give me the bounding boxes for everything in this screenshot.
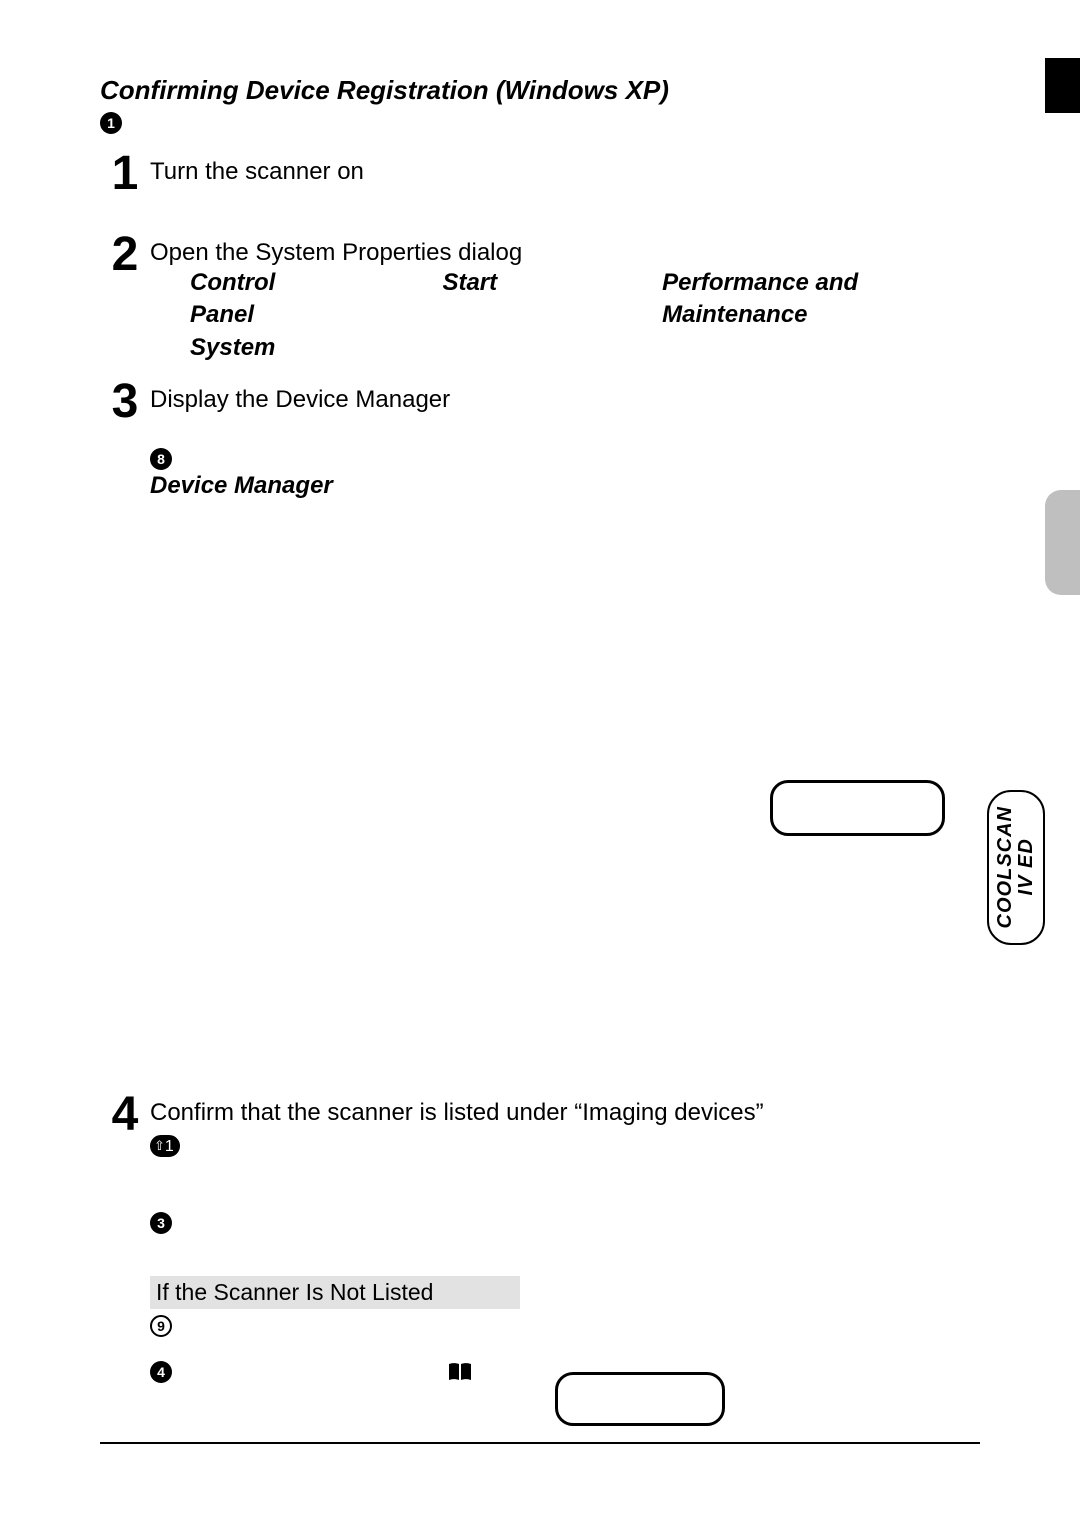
step-text: Control Panel Start Performance and Main…	[150, 267, 980, 332]
pill-badge-icon: ⇧1	[150, 1135, 180, 1157]
system-label: System	[190, 334, 275, 361]
circled-4-icon: 4	[150, 1361, 172, 1383]
step-number: 3	[100, 382, 150, 423]
step-heading: Open the System Properties dialog	[150, 239, 980, 267]
device-manager-label: Device Manager	[150, 472, 980, 500]
sub-bullet-9: 9	[150, 1315, 980, 1337]
circled-3-icon: 3	[150, 1212, 172, 1234]
step-heading: Turn the scanner on	[150, 158, 980, 186]
step-number: 2	[100, 235, 150, 276]
callout-box-mid	[555, 1372, 725, 1426]
step-heading: Display the Device Manager	[150, 386, 980, 414]
page-tab-grey	[1045, 490, 1080, 595]
page-tab-black	[1045, 58, 1080, 113]
arrow-up-icon: ⇧	[154, 1136, 165, 1156]
not-listed-banner: If the Scanner Is Not Listed	[150, 1276, 520, 1309]
circled-1-icon: 1	[100, 112, 122, 134]
model-line1: COOLSCAN	[994, 806, 1016, 928]
start-label: Start	[442, 267, 497, 332]
step-3: 3 Display the Device Manager 8 Device Ma…	[100, 382, 980, 500]
sub-bullet-3: 3	[150, 1212, 980, 1234]
circled-8-icon: 8	[150, 448, 172, 470]
step-heading: Confirm that the scanner is listed under…	[150, 1099, 980, 1127]
step-4: 4 Confirm that the scanner is listed und…	[100, 1095, 980, 1157]
model-badge-text: COOLSCAN IV ED	[995, 806, 1037, 928]
step-number: 4	[100, 1095, 150, 1136]
callout-box-large	[770, 780, 945, 836]
model-badge: COOLSCAN IV ED	[987, 790, 1045, 945]
step-text: System	[150, 332, 980, 364]
footer-rule	[100, 1442, 980, 1444]
manual-page: COOLSCAN IV ED Confirming Device Registr…	[0, 0, 1080, 1529]
step-number: 1	[100, 154, 150, 195]
last-row: 4	[150, 1361, 605, 1383]
section-title: Confirming Device Registration (Windows …	[100, 75, 980, 106]
control-panel-label: Control Panel	[190, 267, 332, 332]
pill-number: 1	[165, 1138, 174, 1155]
book-icon	[447, 1361, 473, 1383]
model-line2: IV ED	[1015, 839, 1037, 896]
step-2: 2 Open the System Properties dialog Cont…	[100, 235, 980, 364]
perf-maint-label: Performance and Maintenance	[662, 267, 980, 332]
circled-9-icon: 9	[150, 1315, 172, 1337]
step-1: 1 Turn the scanner on	[100, 154, 980, 195]
